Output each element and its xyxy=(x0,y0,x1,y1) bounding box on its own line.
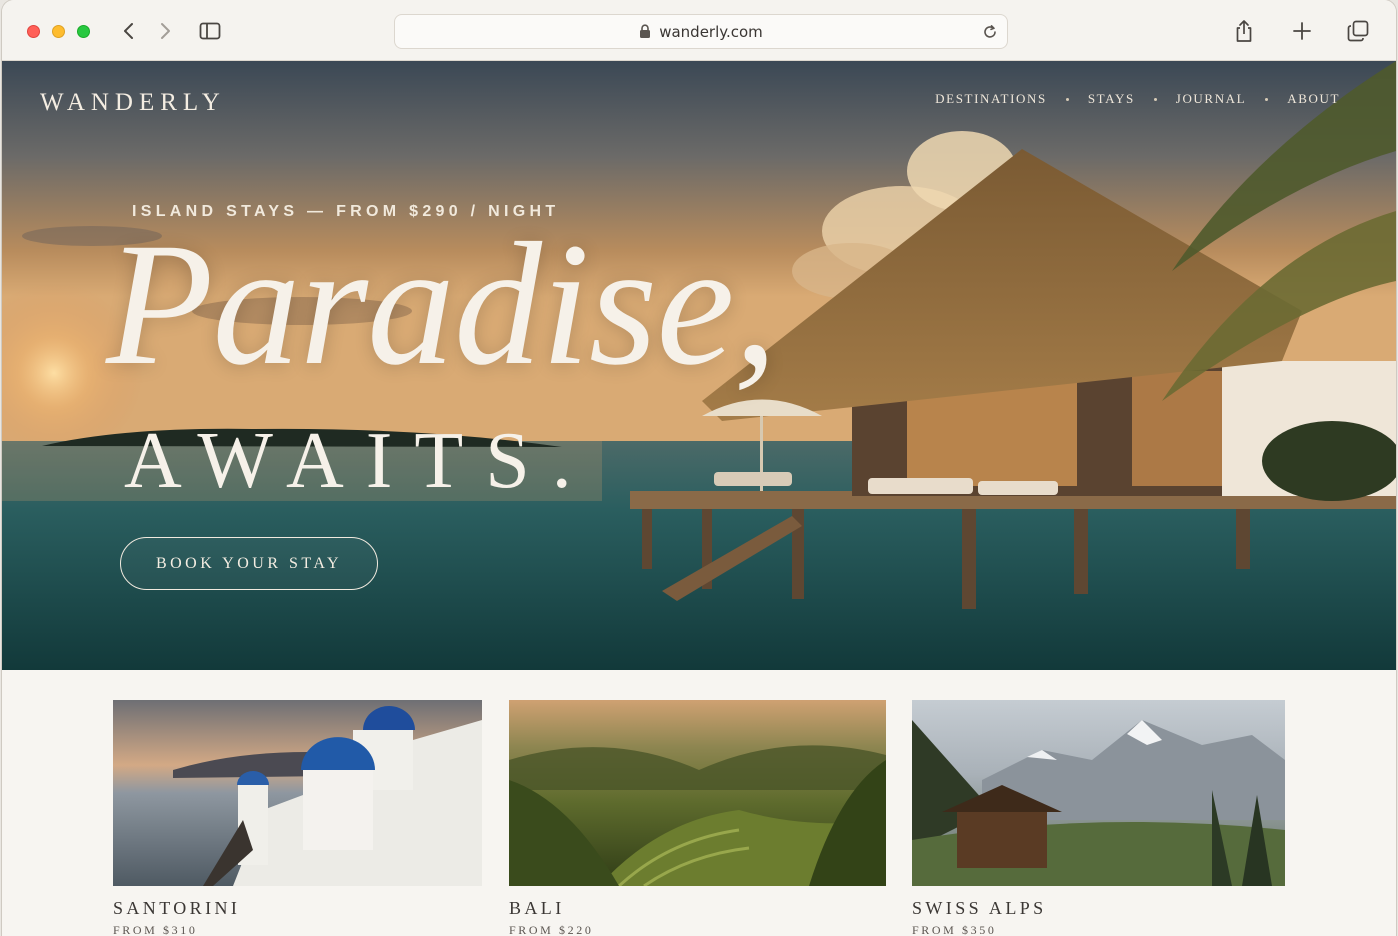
url-text: wanderly.com xyxy=(659,22,763,41)
nav-item-stays[interactable]: STAYS xyxy=(1088,91,1135,107)
nav-separator xyxy=(1153,97,1157,101)
zoom-window-button[interactable] xyxy=(77,25,90,38)
nav-item-about[interactable]: ABOUT xyxy=(1287,91,1340,107)
santorini-photo xyxy=(113,700,482,886)
tab-overview-button[interactable] xyxy=(1345,18,1371,44)
destination-name[interactable]: SWISS ALPS xyxy=(912,898,1047,919)
sidebar-icon xyxy=(199,22,221,40)
plus-icon xyxy=(1293,22,1311,40)
bali-photo xyxy=(509,700,886,886)
bali-image[interactable] xyxy=(509,700,886,886)
main-nav: DESTINATIONS STAYS JOURNAL ABOUT xyxy=(935,91,1340,107)
hero-subheadline: AWAITS. xyxy=(124,417,594,505)
site-logo[interactable]: WANDERLY xyxy=(40,89,226,117)
nav-item-destinations[interactable]: DESTINATIONS xyxy=(935,91,1047,107)
browser-window: wanderly.com WANDERLY DESTINATIONS STAYS… xyxy=(2,0,1396,936)
sidebar-toggle-button[interactable] xyxy=(197,18,223,44)
browser-toolbar: wanderly.com xyxy=(2,0,1396,61)
swiss-alps-photo xyxy=(912,700,1285,886)
back-button[interactable] xyxy=(116,18,142,44)
forward-button[interactable] xyxy=(152,18,178,44)
nav-separator xyxy=(1265,97,1269,101)
destination-name[interactable]: SANTORINI xyxy=(113,898,240,919)
destination-name[interactable]: BALI xyxy=(509,898,565,919)
swiss-alps-image[interactable] xyxy=(912,700,1285,886)
chevron-left-icon xyxy=(124,23,133,39)
address-bar[interactable]: wanderly.com xyxy=(394,14,1008,49)
minimize-window-button[interactable] xyxy=(52,25,65,38)
book-your-stay-button[interactable]: BOOK YOUR STAY xyxy=(120,537,378,590)
tab-overview-icon xyxy=(1347,20,1369,42)
nav-separator xyxy=(1065,97,1069,101)
share-icon xyxy=(1236,20,1252,42)
nav-item-journal[interactable]: JOURNAL xyxy=(1176,91,1246,107)
chevron-right-icon xyxy=(161,23,170,39)
hero-headline: Paradise, xyxy=(106,207,778,402)
lock-icon xyxy=(640,24,651,38)
hero-section: WANDERLY DESTINATIONS STAYS JOURNAL ABOU… xyxy=(2,61,1396,670)
close-window-button[interactable] xyxy=(27,25,40,38)
reload-button[interactable] xyxy=(980,22,1000,42)
destination-price: FROM $350 xyxy=(912,923,997,936)
destination-price: FROM $220 xyxy=(509,923,594,936)
share-button[interactable] xyxy=(1231,18,1257,44)
destination-price: FROM $310 xyxy=(113,923,198,936)
new-tab-button[interactable] xyxy=(1289,18,1315,44)
reload-icon xyxy=(984,25,996,38)
destinations-section: SANTORINI FROM $310 BALI FROM $220 SWISS… xyxy=(2,670,1396,936)
santorini-image[interactable] xyxy=(113,700,482,886)
